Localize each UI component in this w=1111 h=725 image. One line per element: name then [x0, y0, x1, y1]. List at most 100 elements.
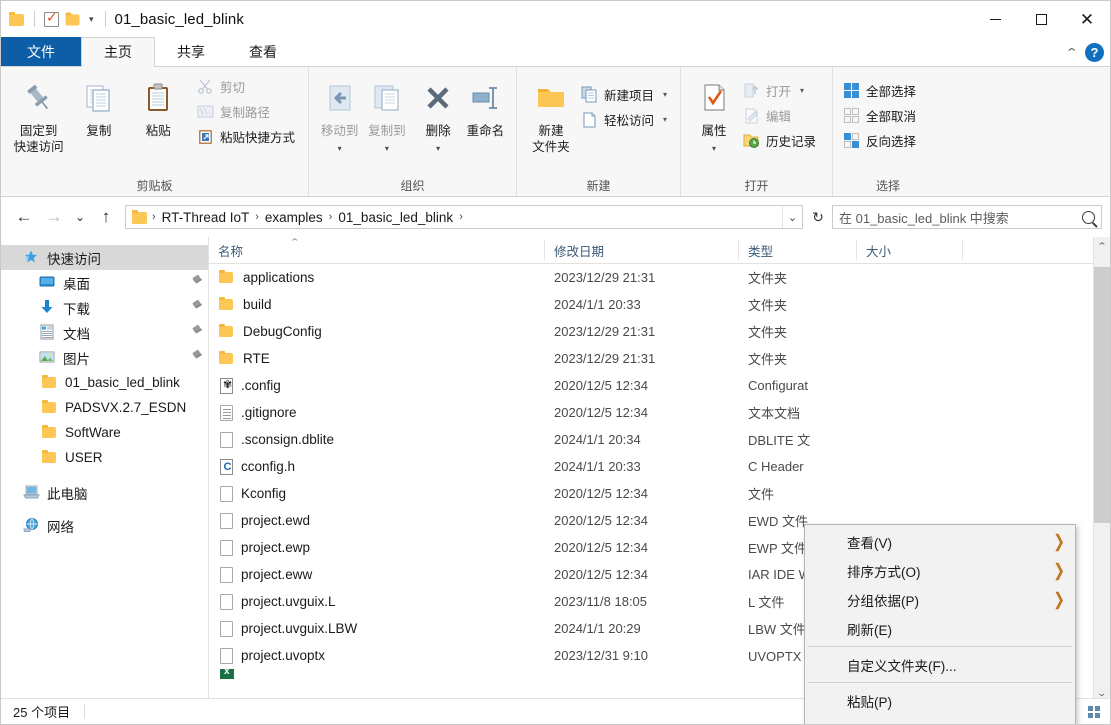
file-name-cell[interactable]: project.eww	[209, 566, 545, 583]
properties-button[interactable]: 属性 ▾	[688, 72, 740, 155]
sidebar-item-quick-access[interactable]: 快速访问	[1, 245, 208, 270]
minimize-button[interactable]	[972, 1, 1018, 37]
context-menu-item-paste[interactable]: 粘贴(P)	[805, 686, 1075, 715]
sidebar-item-network[interactable]: 网络	[1, 513, 208, 538]
copy-path-button[interactable]: \\.. 复制路径	[194, 99, 301, 124]
file-name-cell[interactable]: project.ewp	[209, 539, 545, 556]
pin-to-quick-access-button[interactable]: 固定到 快速访问	[8, 72, 69, 155]
new-folder-qat-icon[interactable]	[65, 12, 81, 26]
paste-button[interactable]: 粘贴	[129, 72, 188, 139]
sidebar-item-padsvx[interactable]: PADSVX.2.7_ESDN	[1, 395, 208, 420]
tab-view[interactable]: 查看	[227, 37, 299, 66]
breadcrumb-sep-1[interactable]: ›	[253, 211, 261, 223]
chevron-down-icon-easy-access[interactable]: ▾	[663, 115, 667, 124]
context-menu-item-refresh[interactable]: 刷新(E)	[805, 614, 1075, 643]
history-button[interactable]: 历史记录	[740, 128, 822, 153]
forward-button[interactable]: →	[39, 202, 69, 232]
rename-button[interactable]: 重命名	[462, 72, 509, 139]
column-header-type[interactable]: 类型	[739, 240, 857, 260]
sidebar-item-01-basic-led-blink[interactable]: 01_basic_led_blink	[1, 370, 208, 395]
breadcrumb-dropdown-icon[interactable]: ⌄	[782, 206, 802, 228]
file-name-cell[interactable]: build	[209, 296, 545, 313]
pin-icon-downloads[interactable]	[191, 300, 202, 315]
checkbox-checked-icon[interactable]	[44, 9, 59, 27]
sidebar-item-this-pc[interactable]: 此电脑	[1, 480, 208, 505]
context-menu-item-paste-shortcut[interactable]: 粘贴快捷方式(S)	[805, 715, 1075, 725]
open-button[interactable]: 打开 ▾	[740, 78, 822, 103]
context-menu-item-sort-by[interactable]: 排序方式(O) ❯	[805, 556, 1075, 585]
new-folder-button[interactable]: 新建 文件夹	[524, 72, 578, 155]
refresh-button[interactable]: ↻	[807, 205, 829, 229]
caret-down-icon-props[interactable]: ▾	[712, 144, 716, 153]
select-none-button[interactable]: 全部取消	[840, 103, 922, 128]
breadcrumb-item-2[interactable]: 01_basic_led_blink	[334, 210, 457, 225]
new-item-button[interactable]: 新建项目 ▾	[578, 82, 673, 107]
file-name-cell[interactable]: RTE	[209, 350, 545, 367]
table-row[interactable]: .config 2020/12/5 12:34 Configurat	[209, 372, 1110, 399]
column-header-size[interactable]: 大小	[857, 240, 963, 260]
file-name-cell[interactable]: applications	[209, 269, 545, 286]
table-row[interactable]: RTE 2023/12/29 21:31 文件夹	[209, 345, 1110, 372]
sidebar-item-software[interactable]: SoftWare	[1, 420, 208, 445]
breadcrumb[interactable]: › RT-Thread IoT › examples › 01_basic_le…	[125, 205, 803, 229]
breadcrumb-item-0[interactable]: RT-Thread IoT	[158, 210, 254, 225]
pin-icon-documents[interactable]	[191, 325, 202, 340]
file-name-cell[interactable]: project.uvguix.L	[209, 593, 545, 610]
file-name-cell[interactable]	[209, 669, 545, 679]
breadcrumb-item-1[interactable]: examples	[261, 210, 327, 225]
tab-home[interactable]: 主页	[81, 37, 155, 67]
column-header-date[interactable]: 修改日期	[545, 240, 739, 260]
move-to-button[interactable]: 移动到 ▾	[316, 72, 363, 155]
copy-to-button[interactable]: 复制到 ▾	[363, 72, 410, 155]
sidebar-item-user[interactable]: USER	[1, 445, 208, 470]
search-icon[interactable]	[1082, 210, 1095, 224]
pin-icon[interactable]	[191, 275, 202, 290]
file-name-cell[interactable]: Kconfig	[209, 485, 545, 502]
chevron-down-icon[interactable]: ▾	[87, 14, 96, 24]
up-button[interactable]: ↑	[91, 202, 121, 232]
maximize-button[interactable]	[1018, 1, 1064, 37]
sidebar-item-documents[interactable]: 文档	[1, 320, 208, 345]
back-button[interactable]: ←	[9, 202, 39, 232]
vertical-scrollbar[interactable]: ⌃ ⌄	[1093, 237, 1110, 702]
breadcrumb-sep-2[interactable]: ›	[327, 211, 335, 223]
caret-down-icon[interactable]: ▾	[338, 144, 342, 153]
file-name-cell[interactable]: project.uvguix.LBW	[209, 620, 545, 637]
folder-icon[interactable]	[9, 12, 25, 26]
scrollbar-thumb[interactable]	[1094, 267, 1110, 523]
table-row[interactable]: .sconsign.dblite 2024/1/1 20:34 DBLITE 文	[209, 426, 1110, 453]
sidebar-item-desktop[interactable]: 桌面	[1, 270, 208, 295]
select-all-button[interactable]: 全部选择	[840, 78, 922, 103]
scroll-up-button[interactable]: ⌃	[1091, 237, 1110, 255]
close-button[interactable]: ✕	[1064, 1, 1110, 37]
tab-share[interactable]: 共享	[155, 37, 227, 66]
column-header-name[interactable]: 名称	[209, 240, 545, 260]
file-name-cell[interactable]: .config	[209, 377, 545, 394]
table-row[interactable]: applications 2023/12/29 21:31 文件夹	[209, 264, 1110, 291]
caret-down-icon-2[interactable]: ▾	[385, 144, 389, 153]
table-row[interactable]: DebugConfig 2023/12/29 21:31 文件夹	[209, 318, 1110, 345]
cut-button[interactable]: 剪切	[194, 74, 301, 99]
invert-selection-button[interactable]: 反向选择	[840, 128, 922, 153]
caret-down-icon-3[interactable]: ▾	[436, 144, 440, 153]
file-name-cell[interactable]: project.uvoptx	[209, 647, 545, 664]
large-icons-view-button[interactable]	[1083, 702, 1105, 722]
paste-shortcut-button[interactable]: 粘贴快捷方式	[194, 124, 301, 149]
table-row[interactable]: build 2024/1/1 20:33 文件夹	[209, 291, 1110, 318]
table-row[interactable]: .gitignore 2020/12/5 12:34 文本文档	[209, 399, 1110, 426]
file-name-cell[interactable]: cconfig.h	[209, 458, 545, 475]
table-row[interactable]: cconfig.h 2024/1/1 20:33 C Header	[209, 453, 1110, 480]
help-icon[interactable]: ?	[1085, 42, 1104, 62]
file-name-cell[interactable]: .sconsign.dblite	[209, 431, 545, 448]
file-name-cell[interactable]: DebugConfig	[209, 323, 545, 340]
pin-icon-pictures[interactable]	[191, 350, 202, 365]
easy-access-button[interactable]: 轻松访问 ▾	[578, 107, 673, 132]
breadcrumb-sep-3[interactable]: ›	[457, 211, 465, 223]
search-input[interactable]: 在 01_basic_led_blink 中搜索	[832, 205, 1102, 229]
table-row[interactable]: Kconfig 2020/12/5 12:34 文件	[209, 480, 1110, 507]
context-menu-item-view[interactable]: 查看(V) ❯	[805, 527, 1075, 556]
breadcrumb-folder-icon[interactable]	[132, 210, 148, 224]
delete-button[interactable]: 删除 ▾	[415, 72, 462, 155]
file-name-cell[interactable]: .gitignore	[209, 404, 545, 421]
file-name-cell[interactable]: project.ewd	[209, 512, 545, 529]
